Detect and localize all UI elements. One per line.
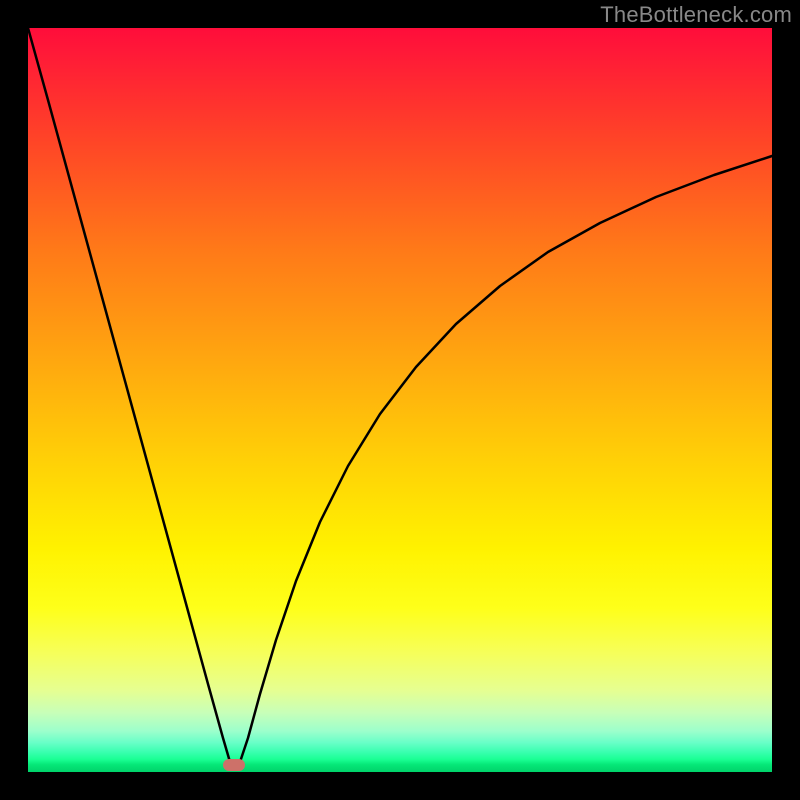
chart-optimum-marker: [223, 759, 245, 771]
chart-curve: [28, 28, 772, 772]
watermark-text: TheBottleneck.com: [600, 2, 792, 28]
chart-plot-area: [28, 28, 772, 772]
